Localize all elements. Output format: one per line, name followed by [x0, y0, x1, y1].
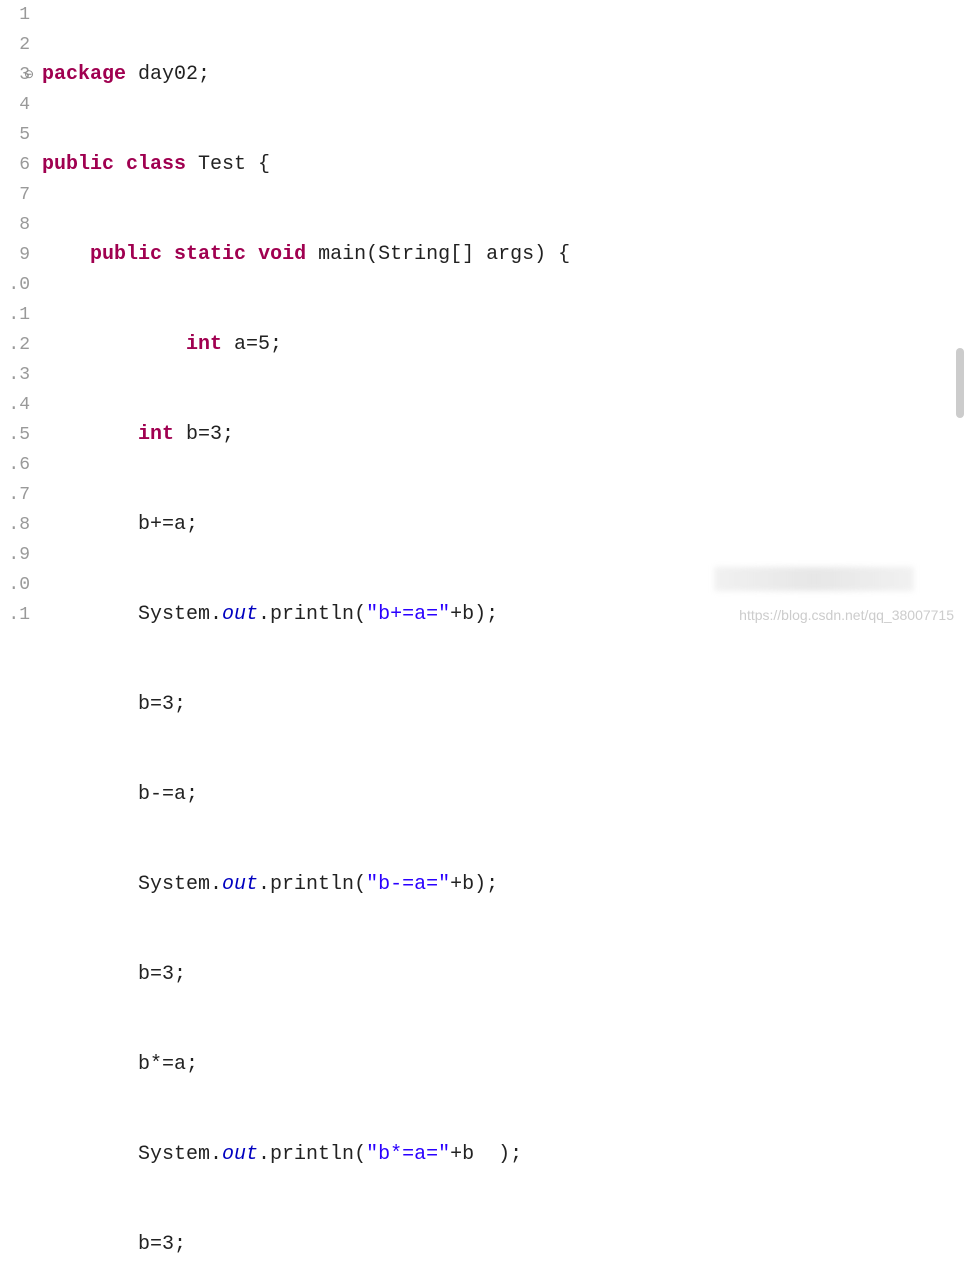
code-line: package day02; [42, 60, 964, 90]
code-line: b=3; [42, 1230, 964, 1260]
line-number: .0 [0, 570, 30, 600]
code-line: int b=3; [42, 420, 964, 450]
scrollbar-thumb[interactable] [956, 348, 964, 418]
code-editor: 1 2 3⊖ 4 5 6 7 8 9 .0 .1 .2 .3 .4 .5 .6 … [0, 0, 964, 631]
line-number: .0 [0, 270, 30, 300]
line-number: 6 [0, 150, 30, 180]
line-number: .3 [0, 360, 30, 390]
line-number: .9 [0, 540, 30, 570]
line-number: 7 [0, 180, 30, 210]
line-number: .1 [0, 300, 30, 330]
line-number: 2 [0, 30, 30, 60]
blurred-region [714, 567, 914, 591]
code-line: b=3; [42, 960, 964, 990]
watermark-text: https://blog.csdn.net/qq_38007715 [739, 607, 954, 623]
code-line: int a=5; [42, 330, 964, 360]
line-number: 5 [0, 120, 30, 150]
line-number: .2 [0, 330, 30, 360]
code-line: public static void main(String[] args) { [42, 240, 964, 270]
line-number-gutter: 1 2 3⊖ 4 5 6 7 8 9 .0 .1 .2 .3 .4 .5 .6 … [0, 0, 38, 631]
line-number: .5 [0, 420, 30, 450]
code-line: b+=a; [42, 510, 964, 540]
line-number: 8 [0, 210, 30, 240]
code-content[interactable]: package day02; public class Test { publi… [38, 0, 964, 631]
fold-collapse-icon[interactable]: ⊖ [24, 60, 34, 90]
line-number: 3⊖ [0, 60, 30, 90]
line-number: 9 [0, 240, 30, 270]
line-number: .4 [0, 390, 30, 420]
code-line: System.out.println("b-=a="+b); [42, 870, 964, 900]
line-number: .8 [0, 510, 30, 540]
line-number: .7 [0, 480, 30, 510]
code-line: b*=a; [42, 1050, 964, 1080]
code-line: public class Test { [42, 150, 964, 180]
line-number: 4 [0, 90, 30, 120]
line-number: .6 [0, 450, 30, 480]
code-line: b-=a; [42, 780, 964, 810]
line-number: 1 [0, 0, 30, 30]
line-number: .1 [0, 600, 30, 630]
code-line: System.out.println("b*=a="+b ); [42, 1140, 964, 1170]
code-line: b=3; [42, 690, 964, 720]
